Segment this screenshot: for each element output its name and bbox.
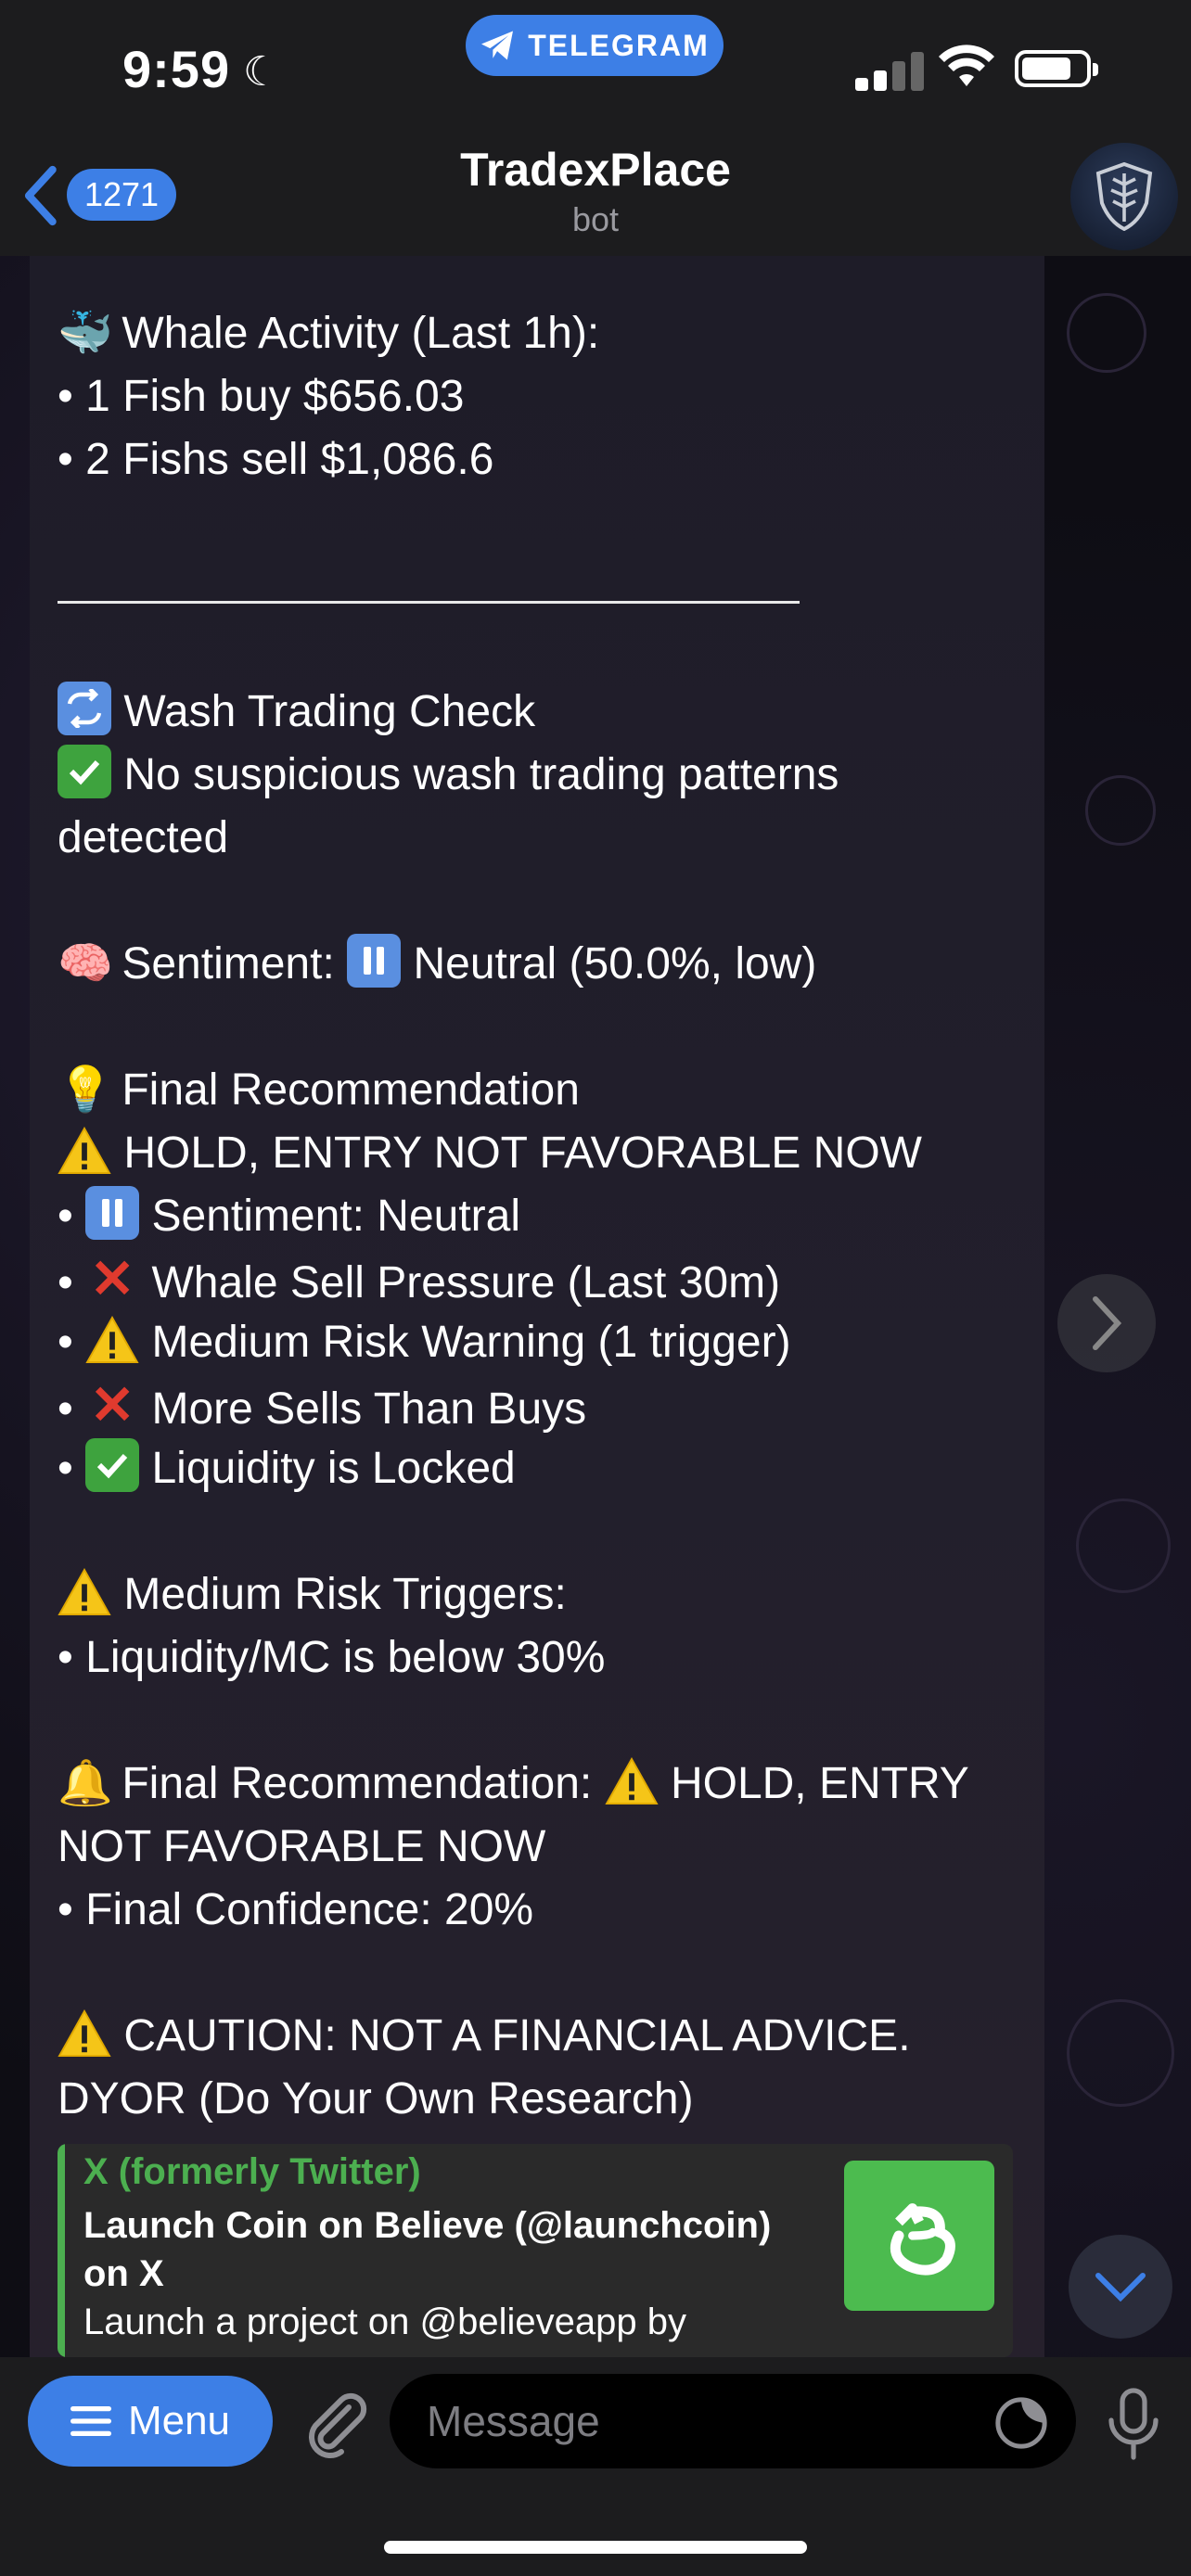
signal-icon: [855, 48, 924, 91]
pause-icon: [85, 1186, 140, 1240]
reason-text: Whale Sell Pressure (Last 30m): [151, 1258, 781, 1307]
reason-item: • ✕ Whale Sell Pressure (Last 30m): [58, 1249, 781, 1309]
check-mark-icon: [85, 1438, 140, 1492]
status-bar: 9:59 ☾ TELEGRAM: [0, 0, 1191, 139]
reason-item: • Sentiment: Neutral: [58, 1185, 1041, 1248]
moon-icon: ☾: [243, 49, 280, 95]
final-rec-heading-line: 💡 Final Recommendation: [58, 1059, 1041, 1122]
link-preview-description: Launch a project on @believeapp by: [83, 2302, 686, 2342]
wash-result-text: No suspicious wash trading patterns: [123, 750, 839, 799]
link-preview-site: X (formerly Twitter): [83, 2151, 421, 2192]
sentiment-line: 🧠 Sentiment: Neutral (50.0%, low): [58, 933, 1041, 996]
brain-icon: 🧠: [58, 939, 113, 988]
pause-icon: [347, 934, 402, 988]
final-rec-value: HOLD, ENTRY: [670, 1759, 969, 1808]
chat-subtitle: bot: [571, 200, 620, 238]
warning-icon: [85, 1316, 139, 1364]
warning-icon: [58, 1568, 111, 1616]
link-preview-title: Launch Coin on Believe (@launchcoin) on …: [83, 2205, 772, 2294]
chevron-down-icon: [1095, 2273, 1146, 2302]
home-indicator[interactable]: [384, 2541, 807, 2554]
telegram-pill-label: TELEGRAM: [528, 28, 710, 62]
telegram-pill[interactable]: TELEGRAM: [466, 15, 724, 76]
whale-heading-line: 🐳 Whale Activity (Last 1h):: [58, 302, 1041, 365]
caution-line: CAUTION: NOT A FINANCIAL ADVICE.: [58, 2005, 1041, 2068]
chat-header: 1271 TradexPlace bot: [0, 139, 1191, 258]
whale-buy: • 1 Fish buy $656.03: [58, 372, 465, 421]
whale-heading: Whale Activity (Last 1h):: [122, 309, 600, 358]
menu-label: Menu: [127, 2398, 231, 2443]
reason-item: • ✕ More Sells Than Buys: [58, 1375, 587, 1435]
paper-plane-icon: [481, 31, 514, 60]
link-preview-card[interactable]: X (formerly Twitter) Launch Coin on Beli…: [58, 2144, 1013, 2357]
reason-text: More Sells Than Buys: [151, 1384, 587, 1434]
shield-leaf-icon: [1095, 162, 1153, 231]
final-rec-heading: Final Recommendation: [122, 1065, 580, 1115]
microphone-icon[interactable]: [1104, 2387, 1163, 2461]
forward-button[interactable]: [1057, 1274, 1156, 1372]
chevron-right-icon: [1093, 1296, 1122, 1350]
sticker-icon[interactable]: [994, 2396, 1048, 2450]
reason-text: Liquidity is Locked: [151, 1444, 516, 1493]
whale-sell: • 2 Fishs sell $1,086.6: [58, 435, 494, 484]
warning-icon: [58, 1127, 111, 1175]
light-bulb-icon: 💡: [58, 1065, 113, 1115]
check-mark-icon: [58, 745, 111, 798]
paperclip-icon[interactable]: [297, 2385, 371, 2459]
warning-icon: [58, 2009, 111, 2058]
hold-text: HOLD, ENTRY NOT FAVORABLE NOW: [123, 1129, 922, 1178]
sentiment-label: Sentiment:: [122, 939, 335, 988]
whale-icon: 🐳: [58, 309, 113, 358]
bell-icon: 🔔: [58, 1759, 113, 1808]
menu-button[interactable]: Menu: [28, 2376, 273, 2467]
wash-result-line: No suspicious wash trading patterns: [58, 744, 1041, 807]
divider-line: [58, 601, 800, 604]
final-rec-label: Final Recommendation:: [122, 1759, 593, 1808]
hamburger-icon: [70, 2406, 111, 2436]
risk-item: • Liquidity/MC is below 30%: [58, 1633, 606, 1682]
warning-icon: [604, 1757, 659, 1805]
final-rec-cont: NOT FAVORABLE NOW: [58, 1822, 546, 1871]
wifi-icon: [939, 45, 994, 86]
bot-avatar[interactable]: [1070, 143, 1178, 250]
wash-heading: Wash Trading Check: [123, 687, 536, 736]
hold-line: HOLD, ENTRY NOT FAVORABLE NOW: [58, 1122, 1041, 1185]
cross-mark-icon: ✕: [89, 1249, 135, 1309]
final-confidence: • Final Confidence: 20%: [58, 1885, 534, 1934]
believe-logo-icon: [890, 2203, 955, 2276]
reason-text: Medium Risk Warning (1 trigger): [151, 1318, 791, 1367]
risk-heading: Medium Risk Triggers:: [123, 1570, 567, 1619]
wash-heading-line: Wash Trading Check: [58, 681, 1041, 744]
reason-item: • Medium Risk Warning (1 trigger): [58, 1316, 791, 1367]
caution-text: CAUTION: NOT A FINANCIAL ADVICE.: [123, 2011, 911, 2060]
scroll-down-button[interactable]: [1069, 2235, 1172, 2339]
final-rec-line: 🔔 Final Recommendation: HOLD, ENTRY: [58, 1753, 1041, 1816]
clock: 9:59: [122, 40, 231, 98]
wash-result-cont: detected: [58, 813, 229, 862]
caution-dyor: DYOR (Do Your Own Research): [58, 2074, 694, 2123]
risk-heading-line: Medium Risk Triggers:: [58, 1563, 1041, 1626]
reason-item: • Liquidity is Locked: [58, 1437, 1041, 1500]
chat-title[interactable]: TradexPlace: [0, 143, 1191, 197]
reason-text: Sentiment: Neutral: [151, 1192, 521, 1241]
battery-icon: [1015, 50, 1098, 87]
bot-message-bubble: 🐳 Whale Activity (Last 1h): • 1 Fish buy…: [30, 256, 1044, 2357]
repeat-icon: [58, 682, 111, 735]
message-input[interactable]: [390, 2374, 1076, 2468]
cross-mark-icon: ✕: [89, 1375, 135, 1435]
link-preview-thumbnail: [844, 2161, 994, 2311]
sentiment-value: Neutral (50.0%, low): [413, 939, 817, 988]
